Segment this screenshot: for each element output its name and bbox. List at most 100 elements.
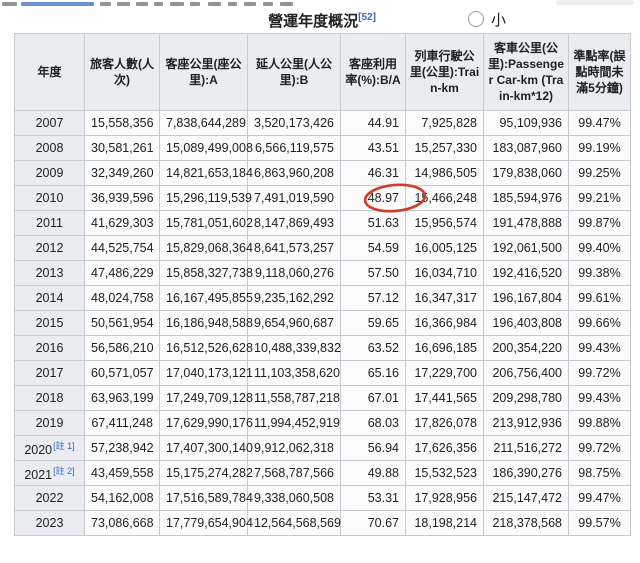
passengers-cell: 48,024,758: [85, 286, 160, 311]
year-cell: 2012: [15, 236, 85, 261]
passenger-km-cell: 12,564,568,569: [248, 511, 341, 536]
car-km-cell: 211,516,272: [484, 436, 569, 461]
passenger-km-cell: 9,338,060,508: [248, 486, 341, 511]
load-factor-cell: 43.51: [341, 136, 406, 161]
car-km-cell: 209,298,780: [484, 386, 569, 411]
load-factor-cell: 63.52: [341, 336, 406, 361]
year-label: 2022: [36, 491, 64, 505]
train-km-cell: 17,826,078: [406, 411, 484, 436]
train-km-cell: 16,347,317: [406, 286, 484, 311]
table-row: 2022 54,162,008 17,516,589,784 9,338,060…: [15, 486, 631, 511]
year-note-ref[interactable]: [註 1]: [53, 441, 75, 451]
punctuality-cell: 99.40%: [569, 236, 631, 261]
car-km-cell: 192,416,520: [484, 261, 569, 286]
seat-km-cell: 15,829,068,364: [160, 236, 248, 261]
passengers-cell: 30,581,261: [85, 136, 160, 161]
col-header-passenger-km: 延人公里(人公里):B: [248, 34, 341, 111]
year-label: 2007: [36, 116, 64, 130]
car-km-cell: 191,478,888: [484, 211, 569, 236]
year-label: 2015: [36, 316, 64, 330]
train-km-cell: 17,626,356: [406, 436, 484, 461]
punctuality-cell: 98.75%: [569, 461, 631, 486]
year-cell: 2015: [15, 311, 85, 336]
year-cell: 2017: [15, 361, 85, 386]
car-km-cell: 206,756,400: [484, 361, 569, 386]
train-km-cell: 17,229,700: [406, 361, 484, 386]
punctuality-cell: 99.25%: [569, 161, 631, 186]
passenger-km-cell: 8,147,869,493: [248, 211, 341, 236]
col-header-passengers: 旅客人數(人次): [85, 34, 160, 111]
load-factor-cell: 59.65: [341, 311, 406, 336]
passenger-km-cell: 9,118,060,276: [248, 261, 341, 286]
train-km-cell: 16,005,125: [406, 236, 484, 261]
load-factor-cell: 67.01: [341, 386, 406, 411]
table-caption: 營運年度概況[52]: [14, 7, 630, 33]
table-row: 2007 15,558,356 7,838,644,289 3,520,173,…: [15, 111, 631, 136]
punctuality-cell: 99.66%: [569, 311, 631, 336]
passenger-km-cell: 7,491,019,590: [248, 186, 341, 211]
punctuality-cell: 99.72%: [569, 361, 631, 386]
radio-label-small[interactable]: 小: [491, 9, 506, 30]
year-cell: 2011: [15, 211, 85, 236]
car-km-cell: 218,378,568: [484, 511, 569, 536]
passenger-km-cell: 6,863,960,208: [248, 161, 341, 186]
col-header-load-factor: 客座利用率(%):B/A: [341, 34, 406, 111]
train-km-cell: 16,696,185: [406, 336, 484, 361]
year-label: 2008: [36, 141, 64, 155]
passengers-cell: 47,486,229: [85, 261, 160, 286]
clipped-top-control: [556, 0, 634, 5]
header-row: 年度 旅客人數(人次) 客座公里(座公里):A 延人公里(人公里):B 客座利用…: [15, 34, 631, 111]
load-factor-cell: 57.12: [341, 286, 406, 311]
year-cell: 2007: [15, 111, 85, 136]
seat-km-cell: 17,040,173,121: [160, 361, 248, 386]
table-body: 2007 15,558,356 7,838,644,289 3,520,173,…: [15, 111, 631, 536]
year-cell: 2020[註 1]: [15, 436, 85, 461]
car-km-cell: 200,354,220: [484, 336, 569, 361]
car-km-cell: 215,147,472: [484, 486, 569, 511]
seat-km-cell: 17,516,589,784: [160, 486, 248, 511]
seat-km-cell: 15,858,327,738: [160, 261, 248, 286]
punctuality-cell: 99.19%: [569, 136, 631, 161]
train-km-cell: 7,925,828: [406, 111, 484, 136]
year-label: 2020: [24, 443, 52, 457]
punctuality-cell: 99.21%: [569, 186, 631, 211]
passenger-km-cell: 7,568,787,566: [248, 461, 341, 486]
table-row: 2016 56,586,210 16,512,526,628 10,488,33…: [15, 336, 631, 361]
year-cell: 2008: [15, 136, 85, 161]
passengers-cell: 67,411,248: [85, 411, 160, 436]
col-header-train-km: 列車行駛公里(公里):Train-km: [406, 34, 484, 111]
train-km-cell: 17,441,565: [406, 386, 484, 411]
passengers-cell: 44,525,754: [85, 236, 160, 261]
seat-km-cell: 17,629,990,176: [160, 411, 248, 436]
car-km-cell: 196,403,808: [484, 311, 569, 336]
year-label: 2021: [24, 468, 52, 482]
train-km-cell: 15,956,574: [406, 211, 484, 236]
col-header-car-km: 客車公里(公里):Passenger Car-km (Train-km*12): [484, 34, 569, 111]
punctuality-cell: 99.72%: [569, 436, 631, 461]
train-km-cell: 18,198,214: [406, 511, 484, 536]
table-row: 2009 32,349,260 14,821,653,184 6,863,960…: [15, 161, 631, 186]
title-ref-link[interactable]: [52]: [358, 12, 376, 23]
punctuality-cell: 99.43%: [569, 336, 631, 361]
year-cell: 2009: [15, 161, 85, 186]
operations-table: 年度 旅客人數(人次) 客座公里(座公里):A 延人公里(人公里):B 客座利用…: [14, 33, 631, 536]
load-factor-cell: 57.50: [341, 261, 406, 286]
year-cell: 2022: [15, 486, 85, 511]
car-km-cell: 192,061,500: [484, 236, 569, 261]
punctuality-cell: 99.57%: [569, 511, 631, 536]
table-row: 2010 36,939,596 15,296,119,539 7,491,019…: [15, 186, 631, 211]
year-label: 2011: [36, 216, 63, 230]
passenger-km-cell: 9,912,062,318: [248, 436, 341, 461]
radio-button-small[interactable]: [468, 11, 484, 27]
seat-km-cell: 17,249,709,128: [160, 386, 248, 411]
year-label: 2012: [36, 241, 64, 255]
table-row: 2012 44,525,754 15,829,068,364 8,641,573…: [15, 236, 631, 261]
train-km-cell: 15,466,248: [406, 186, 484, 211]
year-note-ref[interactable]: [註 2]: [53, 466, 75, 476]
table-row: 2013 47,486,229 15,858,327,738 9,118,060…: [15, 261, 631, 286]
size-radio-group[interactable]: 小: [468, 8, 506, 30]
load-factor-cell: 68.03: [341, 411, 406, 436]
page: 營運年度概況[52] 小 年度 旅客人數(人次) 客座公里(座公里):A 延人公…: [0, 0, 640, 563]
caption-row: 營運年度概況[52] 小: [14, 7, 630, 29]
passenger-km-cell: 6,566,119,575: [248, 136, 341, 161]
